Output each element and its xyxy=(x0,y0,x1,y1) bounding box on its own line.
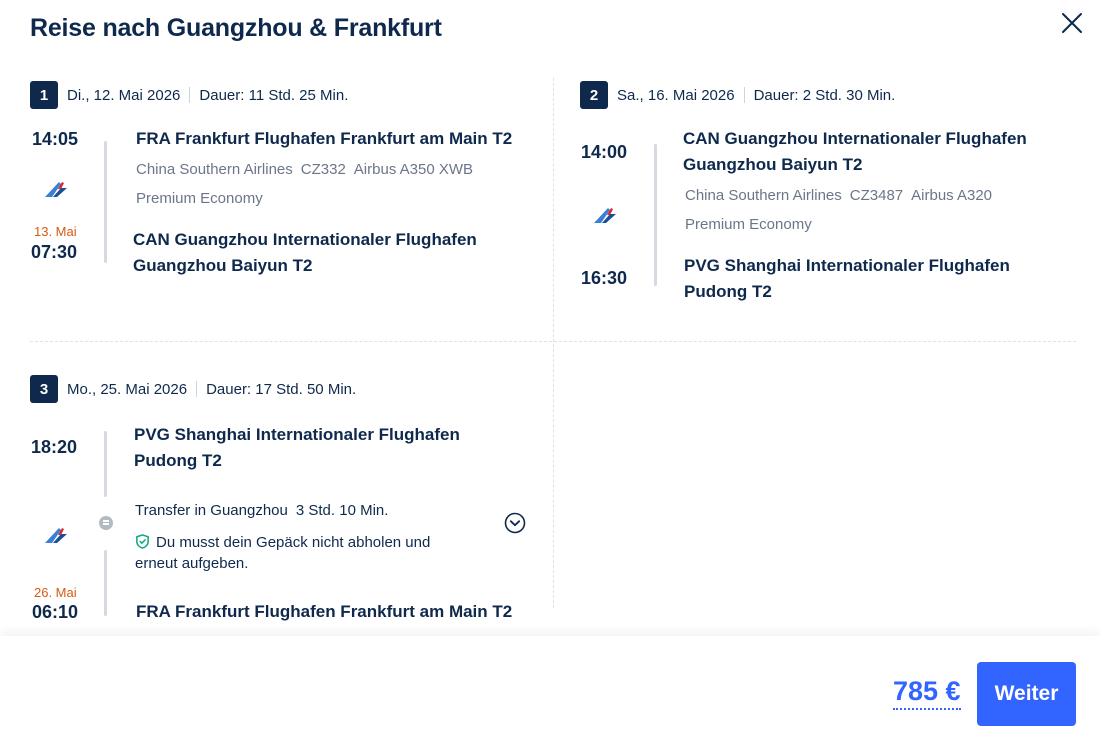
flight-number: CZ332 xyxy=(300,161,346,178)
flight-segment-1: 1 Di., 12. Mai 2026 Dauer: 11 Std. 25 Mi… xyxy=(0,0,553,340)
transfer-duration: 3 Std. 10 Min. xyxy=(295,502,389,519)
flight-segment-2: 2 Sa., 16. Mai 2026 Dauer: 2 Std. 30 Min… xyxy=(554,0,1100,340)
arrival-airport: PVG Shanghai Internationaler Flughafen P… xyxy=(684,256,1010,301)
segment-date: Mo., 25. Mai 2026 xyxy=(67,380,188,398)
header-separator xyxy=(189,87,191,103)
airline-logo-icon xyxy=(594,208,616,223)
segment-header: 2 Sa., 16. Mai 2026 Dauer: 2 Std. 30 Min… xyxy=(580,81,895,109)
departure-time: 14:05 xyxy=(32,129,79,149)
segment-number-badge: 2 xyxy=(580,81,608,109)
arrival-time: 16:30 xyxy=(581,268,628,288)
transfer-info: Transfer in Guangzhou 3 Std. 10 Min. xyxy=(135,502,388,519)
timeline-line xyxy=(104,431,107,497)
segment-number-badge: 1 xyxy=(30,81,58,109)
timeline-line xyxy=(654,144,657,286)
baggage-note: Du musst dein Gepäck nicht abholen und e… xyxy=(135,532,455,574)
airline-name: China Southern Airlines xyxy=(136,161,293,178)
chevron-down-circle-icon xyxy=(504,512,526,534)
aircraft-type: Airbus A350 XWB xyxy=(353,161,474,178)
segment-header: 1 Di., 12. Mai 2026 Dauer: 11 Std. 25 Mi… xyxy=(30,81,348,109)
timeline-line xyxy=(104,550,107,616)
transfer-label: Transfer in Guangzhou xyxy=(135,502,288,519)
transfer-icon xyxy=(99,516,113,530)
flight-info: China Southern Airlines CZ3487 Airbus A320 xyxy=(685,186,992,206)
arrival-time: 07:30 xyxy=(31,242,78,262)
header-separator xyxy=(196,381,198,397)
cabin-class: Premium Economy xyxy=(136,190,263,207)
expand-transfer-button[interactable] xyxy=(504,512,526,534)
segment-header: 3 Mo., 25. Mai 2026 Dauer: 17 Std. 50 Mi… xyxy=(30,375,356,403)
segment-date: Di., 12. Mai 2026 xyxy=(67,86,181,104)
arrival-date-note: 26. Mai xyxy=(34,585,77,600)
airline-logo-icon xyxy=(45,182,67,197)
aircraft-type: Airbus A320 xyxy=(911,187,993,204)
segment-duration: Dauer: 2 Std. 30 Min. xyxy=(753,86,896,104)
timeline-line xyxy=(104,141,107,263)
departure-time: 14:00 xyxy=(581,142,628,162)
airline-name: China Southern Airlines xyxy=(685,187,842,204)
flight-segment-3: 3 Mo., 25. Mai 2026 Dauer: 17 Std. 50 Mi… xyxy=(0,342,553,636)
segment-duration: Dauer: 11 Std. 25 Min. xyxy=(199,86,349,104)
header-separator xyxy=(743,87,745,103)
shield-check-icon xyxy=(136,534,149,549)
arrival-time: 06:10 xyxy=(32,602,79,622)
total-price[interactable]: 785 € xyxy=(893,675,961,710)
arrival-airport: CAN Guangzhou Internationaler Flughafen … xyxy=(133,230,477,275)
baggage-note-text: Du musst dein Gepäck nicht abholen und e… xyxy=(135,534,431,572)
airline-logo-icon xyxy=(45,528,67,543)
segment-number-badge: 3 xyxy=(30,375,58,403)
arrival-date-note: 13. Mai xyxy=(34,224,77,239)
segment-duration: Dauer: 17 Std. 50 Min. xyxy=(206,380,357,398)
segment-date: Sa., 16. Mai 2026 xyxy=(617,86,735,104)
flight-info: China Southern Airlines CZ332 Airbus A350 … xyxy=(136,160,473,180)
arrival-airport: FRA Frankfurt Flughafen Frankfurt am Mai… xyxy=(136,602,513,621)
continue-button[interactable]: Weiter xyxy=(977,662,1076,726)
flight-number: CZ3487 xyxy=(849,187,904,204)
departure-airport: CAN Guangzhou Internationaler Flughafen … xyxy=(683,129,1027,174)
departure-airport: PVG Shanghai Internationaler Flughafen P… xyxy=(134,425,460,470)
departure-airport: FRA Frankfurt Flughafen Frankfurt am Mai… xyxy=(136,129,513,148)
cabin-class: Premium Economy xyxy=(685,216,812,233)
departure-time: 18:20 xyxy=(31,437,78,457)
